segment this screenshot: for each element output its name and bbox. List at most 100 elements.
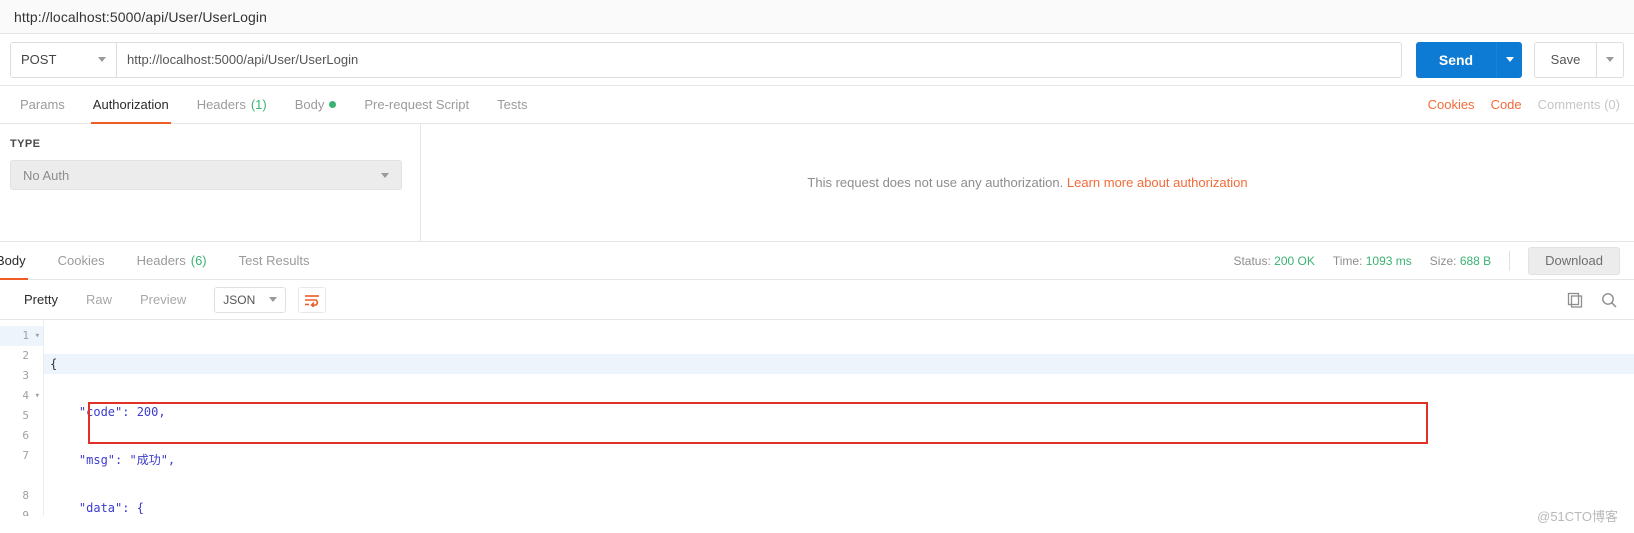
line-number-text: 6 bbox=[22, 429, 29, 442]
time-value: 1093 ms bbox=[1365, 253, 1412, 268]
tab-label: Headers bbox=[136, 253, 186, 268]
url-input[interactable]: http://localhost:5000/api/User/UserLogin bbox=[116, 41, 1402, 78]
tab-body[interactable]: Body bbox=[281, 86, 351, 123]
tab-headers[interactable]: Headers (1) bbox=[183, 86, 281, 123]
save-options-button[interactable] bbox=[1596, 41, 1624, 78]
cookies-link[interactable]: Cookies bbox=[1428, 97, 1475, 112]
line-number-text: 1 bbox=[22, 329, 29, 342]
tab-label: Params bbox=[20, 97, 65, 112]
chevron-down-icon bbox=[269, 297, 278, 302]
status-metric: Status: 200 OK bbox=[1233, 254, 1314, 268]
view-raw-button[interactable]: Raw bbox=[72, 288, 126, 312]
tab-label: Body bbox=[294, 97, 325, 112]
wrap-lines-button[interactable] bbox=[298, 286, 327, 313]
code-link[interactable]: Code bbox=[1491, 97, 1522, 112]
code-line: "msg": "成功", bbox=[44, 450, 1634, 470]
tab-params[interactable]: Params bbox=[6, 86, 79, 123]
tab-tests[interactable]: Tests bbox=[483, 86, 541, 123]
line-number: 1 ▾ bbox=[0, 326, 43, 346]
auth-notice: This request does not use any authorizat… bbox=[421, 124, 1634, 241]
line-number: 3 bbox=[0, 366, 43, 386]
line-number-text: 8 bbox=[22, 489, 29, 502]
tab-pre-request-script[interactable]: Pre-request Script bbox=[350, 86, 483, 123]
line-number: 6 bbox=[0, 426, 43, 446]
request-tabs-right: Cookies Code Comments (0) bbox=[1428, 86, 1620, 123]
tab-label: Cookies bbox=[57, 253, 105, 268]
tab-label: Authorization bbox=[92, 97, 169, 112]
authorization-pane: TYPE No Auth This request does not use a… bbox=[0, 124, 1634, 242]
line-number: 9 bbox=[0, 506, 43, 516]
fold-toggle-icon[interactable]: ▾ bbox=[35, 326, 40, 346]
view-preview-button[interactable]: Preview bbox=[126, 288, 200, 312]
code-line: "data": { bbox=[44, 498, 1634, 516]
status-label: Status: bbox=[1233, 253, 1271, 268]
response-view-bar: Pretty Raw Preview JSON bbox=[0, 280, 1634, 320]
fold-toggle-icon[interactable]: ▾ bbox=[35, 386, 40, 406]
tab-count: (6) bbox=[190, 253, 207, 268]
watermark: @51CTO博客 bbox=[1537, 509, 1618, 524]
code-text: "msg": "成功", bbox=[50, 453, 176, 467]
line-number-text: 7 bbox=[22, 449, 29, 462]
tab-count: (1) bbox=[250, 97, 267, 112]
response-view-actions bbox=[1566, 280, 1618, 319]
save-button-group: Save bbox=[1534, 41, 1624, 78]
auth-type-select[interactable]: No Auth bbox=[10, 160, 402, 190]
response-format-select[interactable]: JSON bbox=[214, 286, 287, 313]
tab-authorization[interactable]: Authorization bbox=[79, 86, 183, 124]
http-method-value: POST bbox=[21, 52, 57, 67]
time-metric: Time: 1093 ms bbox=[1333, 254, 1412, 268]
line-number: 4 ▾ bbox=[0, 386, 43, 406]
line-number: 2 bbox=[0, 346, 43, 366]
line-number-text: 3 bbox=[22, 369, 29, 382]
auth-type-label: TYPE bbox=[10, 138, 41, 150]
request-tabs: Params Authorization Headers (1) Body Pr… bbox=[0, 86, 1634, 124]
tab-label: Body bbox=[0, 253, 26, 268]
size-metric: Size: 688 B bbox=[1430, 254, 1491, 268]
code-line: "code": 200, bbox=[44, 402, 1634, 422]
send-options-button[interactable] bbox=[1496, 41, 1522, 78]
comments-link[interactable]: Comments (0) bbox=[1538, 97, 1620, 112]
response-tab-body[interactable]: Body bbox=[0, 242, 42, 280]
size-value: 688 B bbox=[1459, 253, 1492, 268]
response-tabs-bar: Body Cookies Headers (6) Test Results St… bbox=[0, 242, 1634, 280]
request-title-bar: http://localhost:5000/api/User/UserLogin bbox=[0, 0, 1634, 34]
response-tab-test-results[interactable]: Test Results bbox=[223, 242, 326, 279]
line-number: 8 bbox=[0, 466, 43, 506]
copy-icon[interactable] bbox=[1566, 291, 1584, 309]
auth-learn-more-link[interactable]: Learn more about authorization bbox=[1067, 175, 1248, 190]
code-text: "code": 200, bbox=[50, 405, 166, 419]
code-content[interactable]: { "code": 200, "msg": "成功", "data": { "u… bbox=[44, 320, 1634, 516]
response-body-editor[interactable]: 1 ▾ 2 3 4 ▾ 5 6 7 8 9 { "code": 200, "msg"… bbox=[0, 320, 1634, 516]
search-icon[interactable] bbox=[1600, 291, 1618, 309]
view-pretty-button[interactable]: Pretty bbox=[10, 288, 72, 312]
chevron-down-icon bbox=[1606, 57, 1614, 62]
line-number-text: 4 bbox=[22, 389, 29, 402]
wrap-lines-icon bbox=[305, 294, 320, 307]
size-label: Size: bbox=[1429, 253, 1457, 268]
save-button[interactable]: Save bbox=[1534, 41, 1596, 78]
tab-label: Test Results bbox=[238, 253, 310, 268]
http-method-select[interactable]: POST bbox=[10, 41, 116, 78]
time-label: Time: bbox=[1332, 253, 1363, 268]
download-button[interactable]: Download bbox=[1528, 246, 1620, 275]
line-number-text: 2 bbox=[22, 349, 29, 362]
auth-type-value: No Auth bbox=[23, 167, 70, 183]
tab-label: Tests bbox=[497, 97, 528, 112]
code-line: { bbox=[44, 354, 1634, 374]
status-value: 200 OK bbox=[1274, 253, 1315, 268]
response-tab-cookies[interactable]: Cookies bbox=[42, 242, 121, 279]
auth-notice-text: This request does not use any authorizat… bbox=[807, 175, 1064, 190]
body-present-dot-icon bbox=[329, 101, 337, 108]
send-button[interactable]: Send bbox=[1416, 41, 1496, 78]
line-number: 7 bbox=[0, 446, 43, 466]
code-text: "data": { bbox=[50, 501, 144, 515]
line-number: 5 bbox=[0, 406, 43, 426]
chevron-down-icon bbox=[98, 57, 106, 62]
code-text: { bbox=[50, 357, 58, 371]
response-meta: Status: 200 OK Time: 1093 ms Size: 688 B… bbox=[1233, 242, 1620, 279]
line-number-gutter: 1 ▾ 2 3 4 ▾ 5 6 7 8 9 bbox=[0, 320, 44, 516]
response-tab-headers[interactable]: Headers (6) bbox=[121, 242, 223, 279]
response-format-value: JSON bbox=[223, 292, 256, 307]
line-number-text: 5 bbox=[22, 409, 29, 422]
line-number-text: 9 bbox=[22, 509, 29, 516]
